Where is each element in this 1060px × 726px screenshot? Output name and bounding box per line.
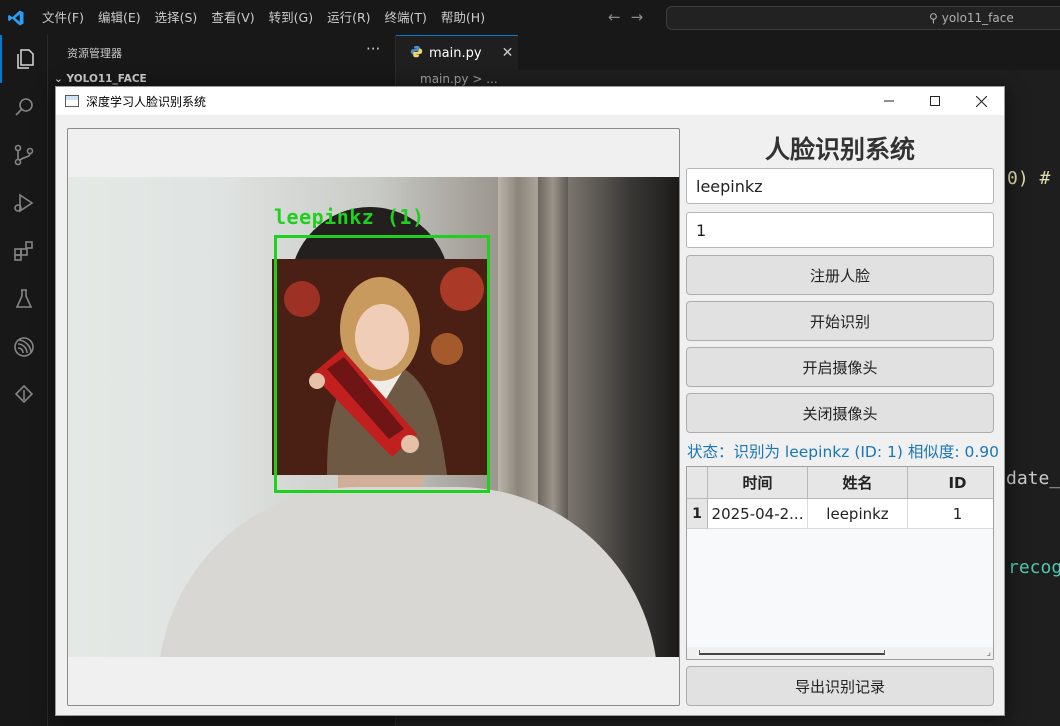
search-icon[interactable] [0,83,48,131]
person-shirt [158,487,658,657]
register-face-button[interactable]: 注册人脸 [686,255,994,295]
window-app-icon [65,95,79,107]
menu-goto[interactable]: 转到(G) [262,0,320,35]
horizontal-scrollbar[interactable]: ⌟ [687,647,993,659]
records-table[interactable]: 时间 姓名 ID 1 2025-04-2... leepinkz 1 ⌟ [686,466,994,660]
forward-arrow-icon[interactable]: → [631,8,644,26]
extensions-icon[interactable] [0,227,48,275]
explorer-icon[interactable] [0,35,48,83]
activity-bar [0,35,48,726]
close-icon[interactable] [958,87,1004,115]
scrollbar-thumb[interactable] [699,650,885,655]
menu-view[interactable]: 查看(V) [204,0,261,35]
menu-selection[interactable]: 选择(S) [148,0,205,35]
camera-image: leepinkz (1) [68,177,679,657]
cell-name[interactable]: leepinkz [808,499,908,529]
explorer-title: 资源管理器 [67,47,122,60]
maximize-icon[interactable] [912,87,958,115]
menu-edit[interactable]: 编辑(E) [91,0,148,35]
command-center-search[interactable]: ⚲ yolo11_face [666,6,1060,30]
status-label: 状态：识别为 leepinkz (ID: 1) 相似度: 0.90 [687,443,1000,461]
code-fragment: recog [1008,557,1060,578]
column-header-time[interactable]: 时间 [708,467,808,499]
testing-icon[interactable] [0,275,48,323]
row-header[interactable]: 1 [687,499,708,529]
id-input[interactable]: 1 [686,212,994,248]
column-header-id[interactable]: ID [908,467,993,499]
search-icon: ⚲ [929,11,938,25]
menu-file[interactable]: 文件(F) [35,0,91,35]
python-icon [410,45,423,62]
source-control-icon[interactable] [0,131,48,179]
folder-name: YOLO11_FACE [66,73,147,85]
vscode-logo-icon [0,0,32,35]
search-text: yolo11_face [941,11,1014,25]
menu-run[interactable]: 运行(R) [320,0,377,35]
back-arrow-icon[interactable]: ← [608,8,621,26]
close-camera-button[interactable]: 关闭摄像头 [686,393,994,433]
code-fragment: date_ [1006,468,1060,489]
table-row[interactable]: 1 2025-04-2... leepinkz 1 [687,499,993,529]
column-header-name[interactable]: 姓名 [808,467,908,499]
more-actions-icon[interactable]: ··· [366,40,380,58]
tab-label: main.py [429,45,482,61]
minimize-icon[interactable] [866,87,912,115]
panel-title: 人脸识别系统 [764,135,915,164]
resize-grip-icon[interactable]: ⌟ [987,648,991,658]
cell-id[interactable]: 1 [908,499,993,529]
run-debug-icon[interactable] [0,179,48,227]
cell-time[interactable]: 2025-04-2... [708,499,808,529]
nav-arrows: ← → [608,8,643,26]
name-input[interactable]: leepinkz [686,168,994,204]
window-title: 深度学习人脸识别系统 [86,94,207,109]
tab-close-icon[interactable]: ✕ [502,45,514,61]
menu-help[interactable]: 帮助(H) [434,0,492,35]
folder-header[interactable]: ⌄ YOLO11_FACE [54,73,147,85]
start-recognition-button[interactable]: 开始识别 [686,301,994,341]
vscode-titlebar: 文件(F) 编辑(E) 选择(S) 查看(V) 转到(G) 运行(R) 终端(T… [0,0,1060,35]
editor-tabs: main.py ✕ [396,35,1060,70]
camera-view: leepinkz (1) [67,128,680,706]
table-corner[interactable] [687,467,708,499]
remote-icon[interactable] [0,323,48,371]
export-records-button[interactable]: 导出识别记录 [686,666,994,706]
menu-bar: 文件(F) 编辑(E) 选择(S) 查看(V) 转到(G) 运行(R) 终端(T… [35,0,492,35]
table-header-row: 时间 姓名 ID [687,467,993,499]
open-camera-button[interactable]: 开启摄像头 [686,347,994,387]
tab-main-py[interactable]: main.py ✕ [396,35,518,70]
detection-box [274,235,490,493]
menu-terminal[interactable]: 终端(T) [378,0,434,35]
deploy-icon[interactable] [0,371,48,419]
detection-label: leepinkz (1) [274,205,425,229]
face-recognition-window: 深度学习人脸识别系统 leepinkz (1) 人脸识别系统 leepinkz … [55,86,1005,716]
code-fragment: 0) # [1007,168,1051,189]
breadcrumb[interactable]: main.py > ... [420,72,498,86]
window-titlebar: 深度学习人脸识别系统 [56,87,1004,115]
